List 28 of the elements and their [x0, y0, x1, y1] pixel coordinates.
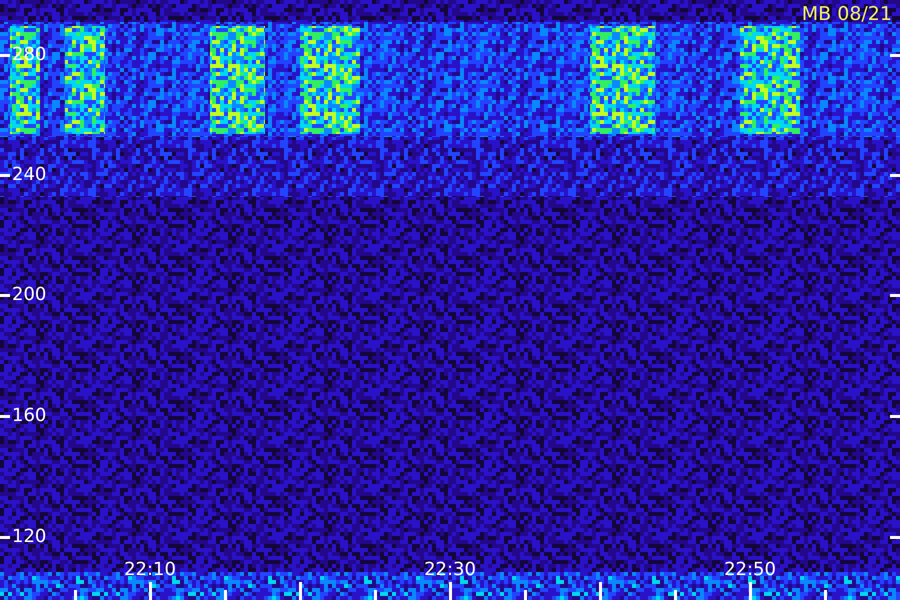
tick-mark	[674, 590, 677, 600]
tick-mark	[0, 174, 10, 177]
tick-mark	[890, 174, 900, 177]
tick-mark	[890, 294, 900, 297]
tick-mark	[224, 590, 227, 600]
tick-mark	[299, 582, 302, 600]
tick-mark	[824, 590, 827, 600]
y-axis-label: 160	[12, 407, 46, 425]
tick-mark	[374, 590, 377, 600]
tick-mark	[749, 582, 752, 600]
x-axis-label: 22:50	[724, 561, 776, 579]
tick-mark	[524, 590, 527, 600]
tick-mark	[149, 582, 152, 600]
y-axis-label: 240	[12, 166, 46, 184]
tick-mark	[890, 54, 900, 57]
y-axis-label: 280	[12, 46, 46, 64]
tick-mark	[0, 415, 10, 418]
tick-mark	[890, 415, 900, 418]
tick-mark	[0, 536, 10, 539]
tick-mark	[74, 590, 77, 600]
y-axis-label: 200	[12, 286, 46, 304]
tick-mark	[599, 582, 602, 600]
tick-mark	[449, 582, 452, 600]
tick-mark	[0, 54, 10, 57]
tick-mark	[890, 536, 900, 539]
x-axis-label: 22:30	[424, 561, 476, 579]
y-axis-label: 120	[12, 528, 46, 546]
tick-mark	[0, 294, 10, 297]
